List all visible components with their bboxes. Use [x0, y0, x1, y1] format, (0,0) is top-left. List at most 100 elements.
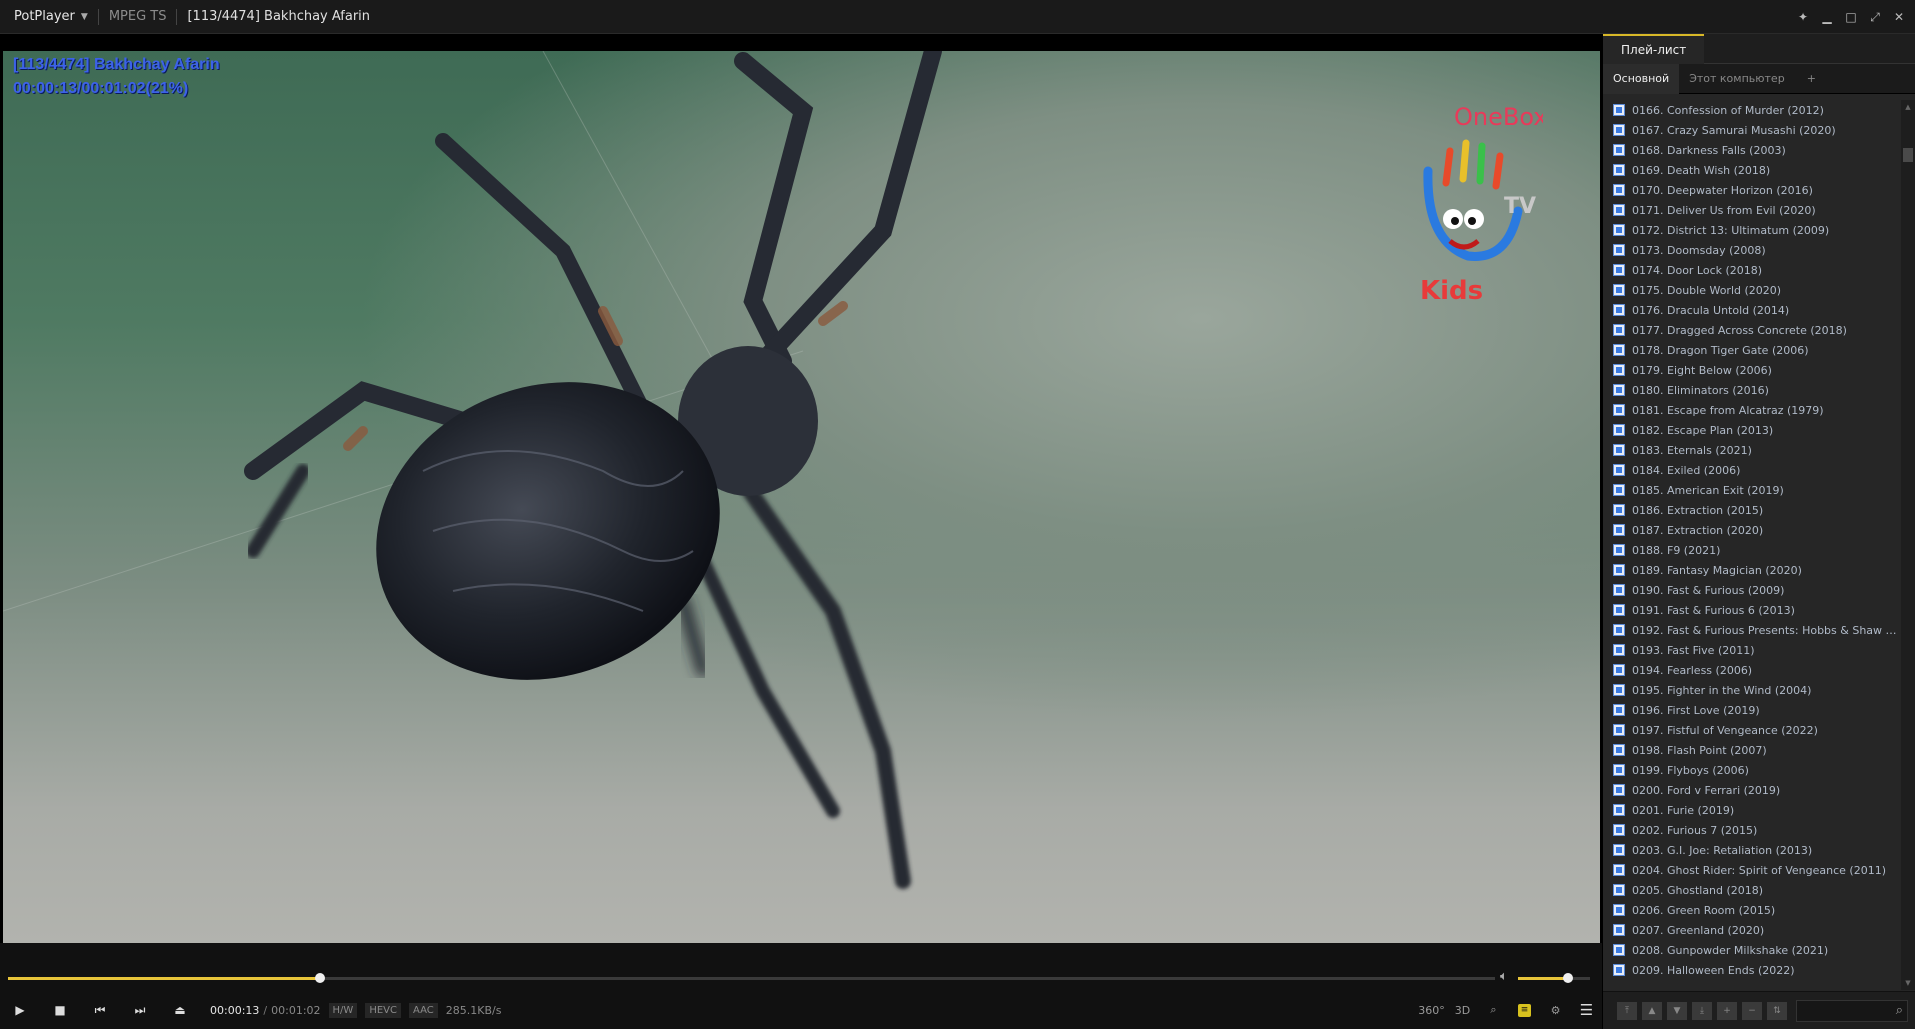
move-down-button[interactable]: ▼	[1667, 1001, 1687, 1020]
right-controls: 360° 3D ⌕ ≡ ⚙ ☰	[1416, 995, 1602, 1025]
remove-item-button[interactable]: −	[1742, 1001, 1762, 1020]
list-item[interactable]: 0200. Ford v Ferrari (2019)	[1603, 780, 1899, 800]
fullscreen-icon[interactable]: ⤢	[1865, 7, 1885, 27]
list-item[interactable]: 0176. Dracula Untold (2014)	[1603, 300, 1899, 320]
list-item[interactable]: 0192. Fast & Furious Presents: Hobbs & S…	[1603, 620, 1899, 640]
list-item[interactable]: 0191. Fast & Furious 6 (2013)	[1603, 600, 1899, 620]
maximize-icon[interactable]: □	[1841, 7, 1861, 27]
volume-slider[interactable]	[1518, 973, 1590, 983]
list-item[interactable]: 0171. Deliver Us from Evil (2020)	[1603, 200, 1899, 220]
list-item[interactable]: 0203. G.I. Joe: Retaliation (2013)	[1603, 840, 1899, 860]
logo-tv: TV	[1504, 194, 1536, 219]
move-up-button[interactable]: ▲	[1642, 1001, 1662, 1020]
tab-main[interactable]: Основной	[1603, 63, 1680, 94]
vr-360-button[interactable]: 360°	[1416, 1004, 1447, 1017]
list-item[interactable]: 0179. Eight Below (2006)	[1603, 360, 1899, 380]
audio-codec-badge[interactable]: AAC	[408, 1002, 438, 1018]
search-icon[interactable]: ⌕	[1896, 1003, 1903, 1018]
eject-button[interactable]: ⏏︎	[160, 995, 200, 1025]
hw-badge[interactable]: H/W	[328, 1002, 358, 1018]
list-item[interactable]: 0198. Flash Point (2007)	[1603, 740, 1899, 760]
list-item[interactable]: 0194. Fearless (2006)	[1603, 660, 1899, 680]
move-top-button[interactable]: ⤒	[1617, 1001, 1637, 1020]
scroll-down-icon[interactable]: ▼	[1901, 976, 1915, 990]
playlist-scrollbar[interactable]: ▲ ▼	[1901, 100, 1915, 990]
list-item[interactable]: 0207. Greenland (2020)	[1603, 920, 1899, 940]
close-icon[interactable]: ✕	[1889, 7, 1909, 27]
list-item[interactable]: 0208. Gunpowder Milkshake (2021)	[1603, 940, 1899, 960]
list-item[interactable]: 0172. District 13: Ultimatum (2009)	[1603, 220, 1899, 240]
list-item[interactable]: 0175. Double World (2020)	[1603, 280, 1899, 300]
list-item[interactable]: 0180. Eliminators (2016)	[1603, 380, 1899, 400]
add-item-button[interactable]: +	[1717, 1001, 1737, 1020]
tab-this-computer[interactable]: Этот компьютер	[1679, 64, 1795, 94]
list-item-label: 0191. Fast & Furious 6 (2013)	[1632, 603, 1795, 617]
list-item[interactable]: 0209. Halloween Ends (2022)	[1603, 960, 1899, 980]
list-item[interactable]: 0177. Dragged Across Concrete (2018)	[1603, 320, 1899, 340]
list-item[interactable]: 0166. Confession of Murder (2012)	[1603, 100, 1899, 120]
list-item[interactable]: 0187. Extraction (2020)	[1603, 520, 1899, 540]
list-item[interactable]: 0193. Fast Five (2011)	[1603, 640, 1899, 660]
list-item[interactable]: 0197. Fistful of Vengeance (2022)	[1603, 720, 1899, 740]
list-item[interactable]: 0205. Ghostland (2018)	[1603, 880, 1899, 900]
media-file-icon	[1613, 204, 1625, 216]
subtitle-icon[interactable]: ≡	[1518, 1003, 1531, 1017]
list-item[interactable]: 0168. Darkness Falls (2003)	[1603, 140, 1899, 160]
list-item[interactable]: 0182. Escape Plan (2013)	[1603, 420, 1899, 440]
list-item[interactable]: 0202. Furious 7 (2015)	[1603, 820, 1899, 840]
menu-icon[interactable]: ☰	[1571, 1001, 1602, 1019]
list-item[interactable]: 0167. Crazy Samurai Musashi (2020)	[1603, 120, 1899, 140]
chevron-down-icon: ▼	[80, 11, 88, 22]
3d-button[interactable]: 3D	[1447, 1004, 1478, 1017]
seek-bar[interactable]	[8, 973, 1495, 983]
previous-button[interactable]: ⏮︎	[80, 995, 120, 1025]
list-item[interactable]: 0174. Door Lock (2018)	[1603, 260, 1899, 280]
video-area[interactable]: [113/4474] Bakhchay Afarin 00:00:13/00:0…	[3, 51, 1600, 943]
playlist-header: Плей-лист	[1603, 34, 1915, 64]
video-codec-badge[interactable]: HEVC	[365, 1002, 401, 1018]
list-item-label: 0193. Fast Five (2011)	[1632, 643, 1755, 657]
list-item[interactable]: 0201. Furie (2019)	[1603, 800, 1899, 820]
list-item[interactable]: 0184. Exiled (2006)	[1603, 460, 1899, 480]
scrollbar-thumb[interactable]	[1903, 148, 1913, 162]
volume-slider-thumb[interactable]	[1562, 973, 1573, 983]
stop-button[interactable]: ■	[40, 995, 80, 1025]
add-tab-button[interactable]: +	[1795, 64, 1828, 94]
sort-button[interactable]: ⇅	[1767, 1001, 1787, 1020]
media-file-icon	[1613, 944, 1625, 956]
gear-icon[interactable]: ⚙	[1540, 1004, 1571, 1017]
play-button[interactable]: ▶	[0, 995, 40, 1025]
list-item-label: 0196. First Love (2019)	[1632, 703, 1760, 717]
list-item[interactable]: 0206. Green Room (2015)	[1603, 900, 1899, 920]
list-item[interactable]: 0173. Doomsday (2008)	[1603, 240, 1899, 260]
move-bottom-button[interactable]: ⤓	[1692, 1001, 1712, 1020]
list-item[interactable]: 0186. Extraction (2015)	[1603, 500, 1899, 520]
list-item[interactable]: 0183. Eternals (2021)	[1603, 440, 1899, 460]
media-file-icon	[1613, 264, 1625, 276]
list-item[interactable]: 0181. Escape from Alcatraz (1979)	[1603, 400, 1899, 420]
list-item[interactable]: 0199. Flyboys (2006)	[1603, 760, 1899, 780]
list-item[interactable]: 0196. First Love (2019)	[1603, 700, 1899, 720]
list-item[interactable]: 0189. Fantasy Magician (2020)	[1603, 560, 1899, 580]
list-item[interactable]: 0204. Ghost Rider: Spirit of Vengeance (…	[1603, 860, 1899, 880]
tab-playlist[interactable]: Плей-лист	[1603, 34, 1705, 64]
volume-icon[interactable]: 🔈︎	[1500, 969, 1508, 984]
list-item[interactable]: 0185. American Exit (2019)	[1603, 480, 1899, 500]
scroll-up-icon[interactable]: ▲	[1901, 100, 1915, 114]
media-file-icon	[1613, 364, 1625, 376]
app-menu-button[interactable]: PotPlayer ▼	[0, 0, 98, 34]
list-item[interactable]: 0195. Fighter in the Wind (2004)	[1603, 680, 1899, 700]
list-item[interactable]: 0188. F9 (2021)	[1603, 540, 1899, 560]
zoom-icon[interactable]: ⌕	[1478, 1003, 1509, 1017]
list-item-label: 0195. Fighter in the Wind (2004)	[1632, 683, 1812, 697]
list-item[interactable]: 0170. Deepwater Horizon (2016)	[1603, 180, 1899, 200]
playlist-search-input[interactable]: ⌕	[1796, 1000, 1908, 1022]
list-item[interactable]: 0169. Death Wish (2018)	[1603, 160, 1899, 180]
list-item-label: 0209. Halloween Ends (2022)	[1632, 963, 1795, 977]
list-item[interactable]: 0178. Dragon Tiger Gate (2006)	[1603, 340, 1899, 360]
next-button[interactable]: ⏭︎	[120, 995, 160, 1025]
seek-bar-thumb[interactable]	[315, 973, 326, 983]
minimize-icon[interactable]: ▁	[1817, 7, 1837, 27]
list-item[interactable]: 0190. Fast & Furious (2009)	[1603, 580, 1899, 600]
pin-icon[interactable]: ✦	[1793, 7, 1813, 27]
